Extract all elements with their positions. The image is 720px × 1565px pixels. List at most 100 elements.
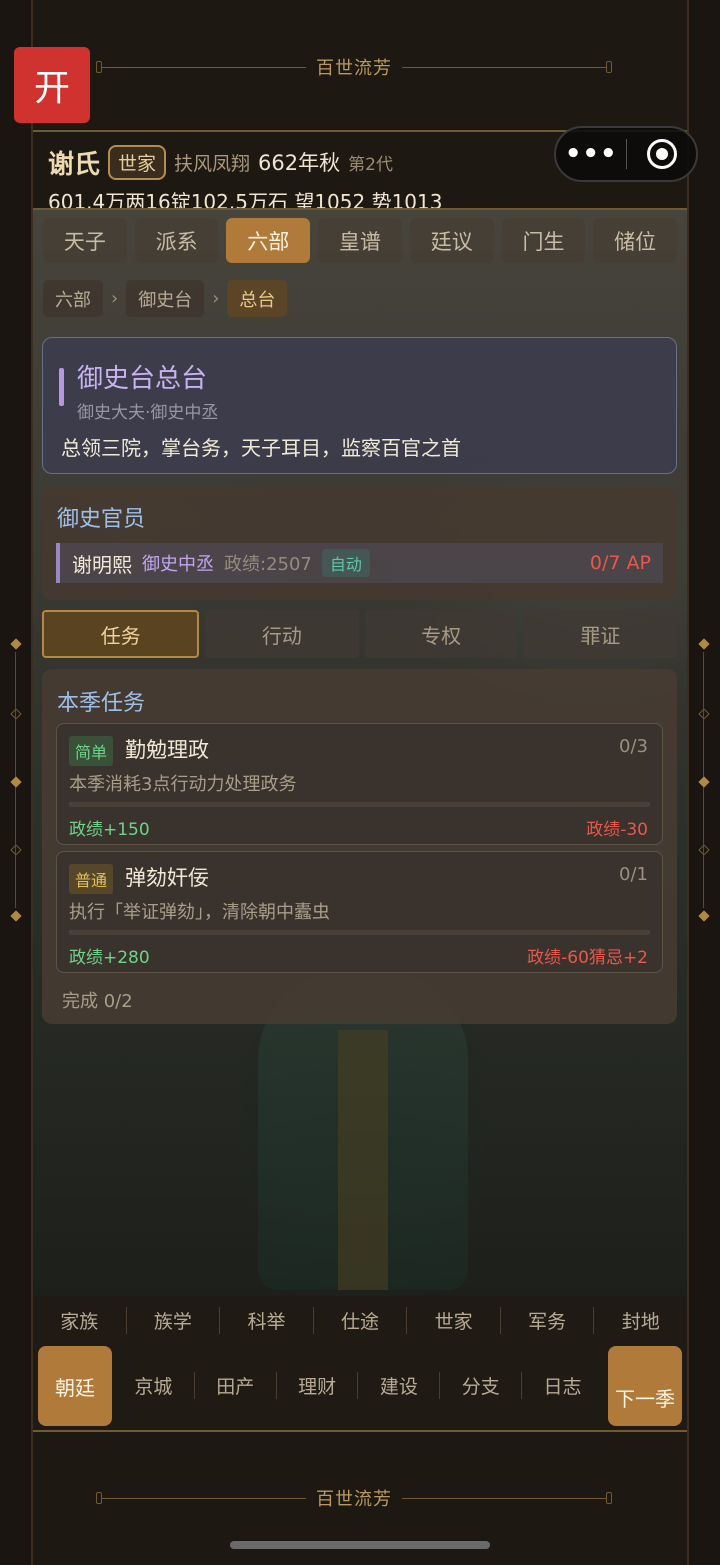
clan-motto: 扶风凤翔 <box>174 152 251 175</box>
tab-tianzi[interactable]: 天子 <box>43 218 127 263</box>
mini-program-capsule: ••• <box>554 126 698 182</box>
task-completion: 完成 0/2 <box>62 991 133 1012</box>
deco-diamond <box>10 776 22 788</box>
tab-six-ministries[interactable]: 六部 <box>226 218 311 263</box>
breadcrumb-censorate[interactable]: 御史台 <box>126 280 205 317</box>
nav-finance[interactable]: 理财 <box>277 1371 359 1399</box>
close-miniprogram-button[interactable] <box>627 139 696 169</box>
task-name: 弹劾奸佞 <box>125 866 209 890</box>
subtab-evidence[interactable]: 罪证 <box>523 610 677 658</box>
officials-title: 御史官员 <box>57 507 146 532</box>
nav-noble-houses[interactable]: 世家 <box>407 1306 501 1334</box>
top-deco-title: 百世流芳 <box>316 58 392 79</box>
clan-rank-badge: 世家 <box>108 144 167 180</box>
official-position: 御史中丞 <box>142 554 214 575</box>
more-options-icon[interactable]: ••• <box>556 139 626 169</box>
right-side-decoration <box>698 638 710 922</box>
subtab-tasks[interactable]: 任务 <box>42 610 200 658</box>
nav-capital[interactable]: 京城 <box>113 1371 195 1399</box>
open-button[interactable]: 开 <box>14 47 90 123</box>
deco-diamond <box>698 776 710 788</box>
breadcrumb-six-ministries[interactable]: 六部 <box>43 280 103 317</box>
task-reward: 政绩+280 <box>69 948 150 968</box>
deco-line-left <box>102 66 306 68</box>
breadcrumb: 六部 › 御史台 › 总台 <box>43 280 288 317</box>
secondary-nav: 家族 族学 科举 仕途 世家 军务 封地 <box>33 1296 687 1344</box>
main-tabs: 天子 派系 六部 皇谱 廷议 门生 储位 <box>43 218 678 263</box>
deco-diamond <box>10 708 22 720</box>
breadcrumb-main-office[interactable]: 总台 <box>227 280 288 317</box>
nav-clan[interactable]: 家族 <box>33 1306 127 1334</box>
deco-cap-right <box>606 61 612 73</box>
deco-diamond <box>10 910 22 922</box>
office-accent-bar <box>59 368 64 406</box>
primary-nav-items: 京城 田产 理财 建设 分支 日志 <box>113 1360 603 1410</box>
game-date: 662年秋 <box>258 151 341 175</box>
task-penalty: 政绩-60猜忌+2 <box>527 948 648 968</box>
official-name: 谢明熙 <box>72 552 132 577</box>
clan-name: 谢氏 <box>48 149 101 180</box>
office-info-card: 御史台总台 御史大夫·御史中丞 总领三院，掌台务，天子耳目，监察百官之首 <box>42 337 677 474</box>
task-description: 本季消耗3点行动力处理政务 <box>69 774 297 795</box>
figure-sash <box>338 1030 388 1290</box>
season-tasks-panel: 本季任务 简单 勤勉理政 0/3 本季消耗3点行动力处理政务 政绩+150 政绩… <box>42 669 677 1024</box>
task-progress-bar <box>69 930 650 935</box>
nav-divider <box>33 1430 687 1432</box>
deco-diamond <box>698 910 710 922</box>
action-points: 0/7 AP <box>589 552 651 574</box>
task-card[interactable]: 简单 勤勉理政 0/3 本季消耗3点行动力处理政务 政绩+150 政绩-30 <box>56 723 663 845</box>
nav-log[interactable]: 日志 <box>522 1372 603 1399</box>
nav-construction[interactable]: 建设 <box>358 1371 441 1399</box>
deco-line-left <box>102 1497 306 1499</box>
next-season-button[interactable]: 下一季 <box>608 1346 682 1426</box>
generation-label: 第2代 <box>348 154 393 175</box>
deco-diamond <box>698 708 710 720</box>
tasks-title: 本季任务 <box>57 691 146 716</box>
bottom-deco-title: 百世流芳 <box>316 1489 392 1510</box>
subtab-privileges[interactable]: 专权 <box>364 610 518 658</box>
task-count: 0/3 <box>619 736 648 757</box>
task-progress-bar <box>69 802 650 807</box>
clan-header: 谢氏 世家 扶风凤翔 662年秋 第2代 <box>48 142 393 182</box>
auto-mode-badge[interactable]: 自动 <box>321 549 370 577</box>
task-card[interactable]: 普通 弹劾奸佞 0/1 执行「举证弹劾」，清除朝中蠹虫 政绩+280 政绩-60… <box>56 851 663 973</box>
sub-tabs: 任务 行动 专权 罪证 <box>42 610 677 658</box>
deco-line-right <box>402 66 606 68</box>
bottom-decoration: 百世流芳 <box>96 1486 612 1510</box>
deco-diamond <box>10 844 22 856</box>
tab-heir[interactable]: 储位 <box>593 218 678 263</box>
difficulty-badge: 简单 <box>69 736 114 766</box>
nav-exam[interactable]: 科举 <box>220 1306 314 1334</box>
tab-disciples[interactable]: 门生 <box>501 218 586 263</box>
subtab-actions[interactable]: 行动 <box>205 610 359 658</box>
task-description: 执行「举证弹劾」，清除朝中蠹虫 <box>69 902 330 923</box>
task-penalty: 政绩-30 <box>586 820 648 840</box>
deco-line-right <box>402 1497 606 1499</box>
nav-military[interactable]: 军务 <box>501 1306 595 1334</box>
left-side-decoration <box>10 638 22 922</box>
nav-clan-school[interactable]: 族学 <box>127 1306 221 1334</box>
chevron-right-icon: › <box>212 288 220 309</box>
difficulty-badge: 普通 <box>69 864 114 894</box>
task-count: 0/1 <box>619 864 648 885</box>
task-name: 勤勉理政 <box>125 738 209 762</box>
task-reward: 政绩+150 <box>69 820 150 840</box>
deco-diamond <box>10 638 22 650</box>
primary-nav: 朝廷 京城 田产 理财 建设 分支 日志 下一季 <box>33 1344 687 1430</box>
nav-court-button[interactable]: 朝廷 <box>38 1346 112 1426</box>
nav-career[interactable]: 仕途 <box>314 1306 408 1334</box>
official-performance: 政绩:2507 <box>224 554 312 575</box>
chevron-right-icon: › <box>111 288 119 309</box>
target-icon <box>646 139 677 169</box>
tab-court-debate[interactable]: 廷议 <box>409 218 494 263</box>
official-row[interactable]: 谢明熙 御史中丞 政绩:2507 自动 0/7 AP <box>56 543 663 583</box>
top-decoration: 百世流芳 <box>96 55 612 79</box>
tab-faction[interactable]: 派系 <box>134 218 219 263</box>
tab-imperial-lineage[interactable]: 皇谱 <box>318 218 402 263</box>
deco-cap-right <box>606 1492 612 1504</box>
nav-branches[interactable]: 分支 <box>440 1371 523 1399</box>
home-indicator[interactable] <box>230 1541 490 1549</box>
office-title: 御史台总台 <box>77 364 208 394</box>
nav-estates[interactable]: 田产 <box>195 1371 277 1399</box>
nav-fief[interactable]: 封地 <box>594 1307 687 1334</box>
